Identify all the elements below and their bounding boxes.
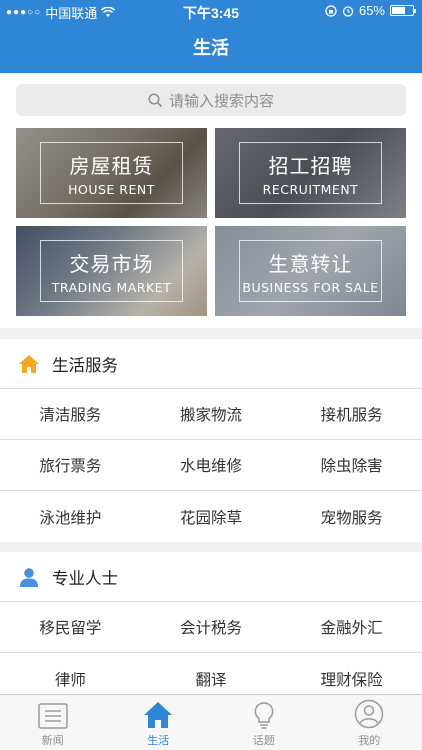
section-header: 生活服务 (0, 339, 422, 389)
tab-bar: 新闻 生活 话题 我的 (0, 694, 422, 750)
life-services-section: 生活服务 清洁服务 搬家物流 接机服务 旅行票务 水电维修 除虫除害 泳池维护 … (0, 339, 422, 542)
user-icon (20, 567, 38, 587)
tab-label: 我的 (358, 734, 381, 747)
search-placeholder: 请输入搜索内容 (168, 91, 274, 110)
category-trading-market[interactable]: 交易市场 TRADING MARKET (16, 226, 207, 316)
category-subtitle: RECRUITMENT (262, 182, 359, 197)
service-row: 移民留学 会计税务 金融外汇 (0, 602, 422, 653)
service-item[interactable]: 旅行票务 (0, 440, 141, 490)
professionals-section: 专业人士 移民留学 会计税务 金融外汇 律师 翻译 理财保险 (0, 552, 422, 704)
category-subtitle: TRADING MARKET (51, 280, 172, 295)
tab-me[interactable]: 我的 (317, 695, 422, 750)
status-right: 65% (325, 3, 416, 18)
service-row: 泳池维护 花园除草 宠物服务 (0, 491, 422, 542)
status-bar: ●●●○○ 中国联通 下午3:45 65% (0, 0, 422, 22)
battery-percent: 65% (358, 3, 385, 18)
service-item[interactable]: 金融外汇 (281, 602, 422, 652)
alarm-icon (342, 5, 354, 17)
rotation-lock-icon (325, 4, 337, 17)
home-icon (19, 354, 39, 373)
lightbulb-icon (254, 702, 274, 729)
service-item[interactable]: 宠物服务 (281, 491, 422, 542)
service-item[interactable]: 接机服务 (281, 389, 422, 439)
home-icon (144, 702, 173, 728)
service-item[interactable]: 泳池维护 (0, 491, 141, 542)
section-title: 生活服务 (52, 355, 118, 375)
section-title: 专业人士 (52, 568, 118, 588)
service-item[interactable]: 移民留学 (0, 602, 141, 652)
service-item[interactable]: 除虫除害 (281, 440, 422, 490)
page-title: 生活 (193, 38, 229, 59)
service-row: 旅行票务 水电维修 除虫除害 (0, 440, 422, 491)
navigation-header: ●●●○○ 中国联通 下午3:45 65% 生活 (0, 0, 422, 73)
category-title: 生意转让 (268, 252, 353, 276)
section-header: 专业人士 (0, 552, 422, 602)
search-input[interactable]: 请输入搜索内容 (16, 84, 406, 116)
tab-label: 新闻 (41, 734, 64, 747)
category-tiles: 房屋租赁 HOUSE RENT 招工招聘 RECRUITMENT 交易市场 TR… (0, 118, 422, 328)
category-recruitment[interactable]: 招工招聘 RECRUITMENT (215, 128, 406, 218)
tab-label: 生活 (147, 734, 170, 747)
tab-life[interactable]: 生活 (106, 695, 212, 750)
service-item[interactable]: 水电维修 (141, 440, 282, 490)
battery-fill (392, 7, 405, 14)
service-item[interactable]: 会计税务 (141, 602, 282, 652)
tab-news[interactable]: 新闻 (0, 695, 106, 750)
service-item[interactable]: 搬家物流 (141, 389, 282, 439)
battery-icon (390, 5, 416, 16)
category-title: 房屋租赁 (69, 154, 154, 178)
user-icon (355, 699, 384, 729)
news-icon (38, 703, 68, 729)
category-title: 招工招聘 (268, 154, 353, 178)
service-item[interactable]: 清洁服务 (0, 389, 141, 439)
tab-topics[interactable]: 话题 (211, 695, 317, 750)
category-title: 交易市场 (69, 252, 154, 276)
category-house-rent[interactable]: 房屋租赁 HOUSE RENT (16, 128, 207, 218)
search-icon (148, 92, 163, 107)
service-row: 清洁服务 搬家物流 接机服务 (0, 389, 422, 440)
category-subtitle: BUSINESS FOR SALE (242, 280, 379, 295)
service-item[interactable]: 花园除草 (141, 491, 282, 542)
category-business-for-sale[interactable]: 生意转让 BUSINESS FOR SALE (215, 226, 406, 316)
category-subtitle: HOUSE RENT (68, 182, 155, 197)
tab-label: 话题 (252, 734, 275, 747)
